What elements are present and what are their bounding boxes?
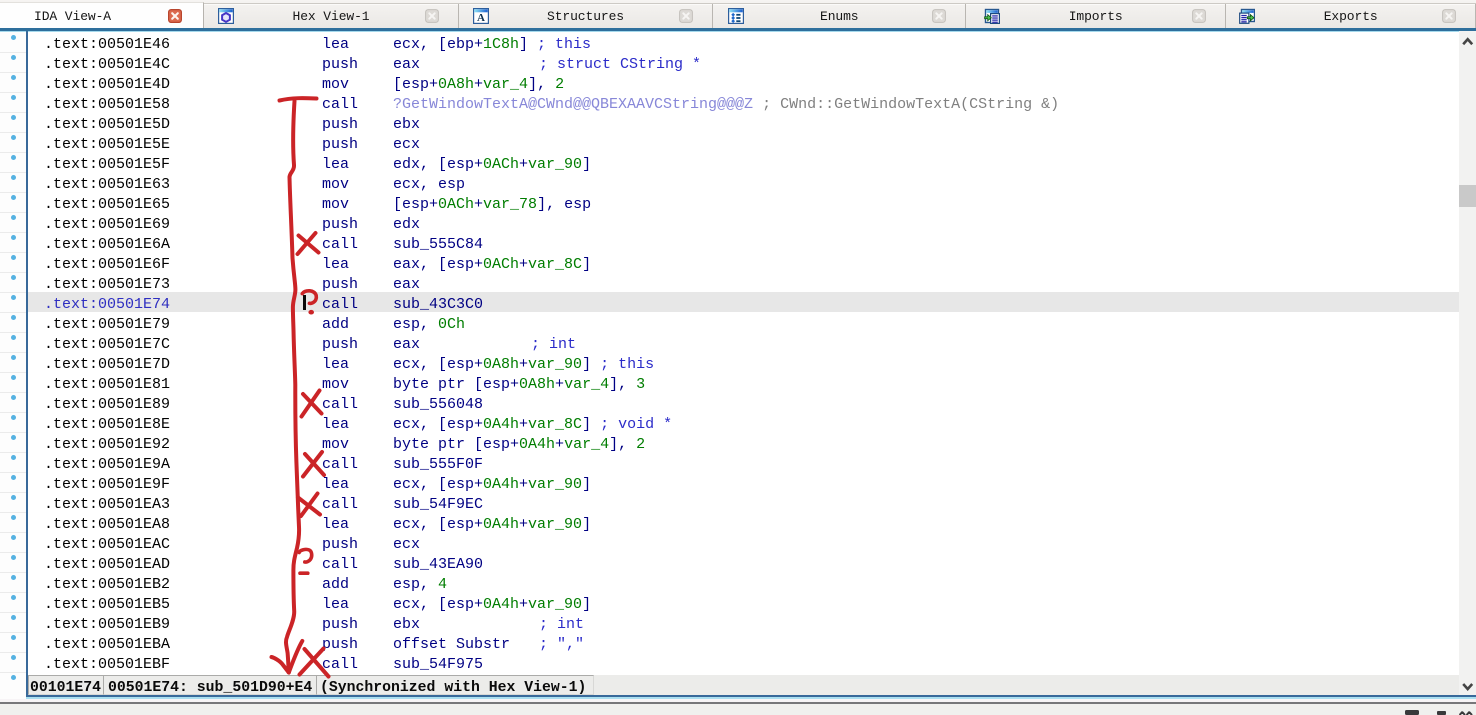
svg-text:A: A [477, 12, 485, 24]
